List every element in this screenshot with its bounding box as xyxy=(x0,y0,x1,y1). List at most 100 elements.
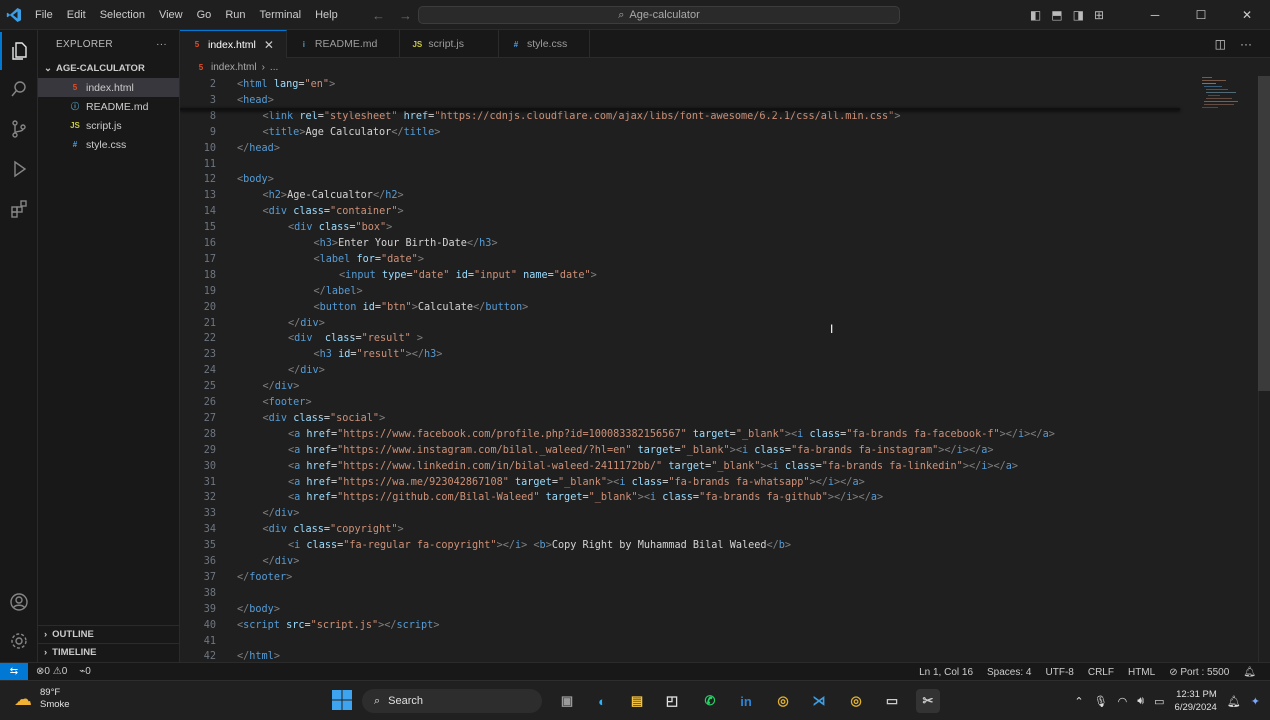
file-explorer-icon[interactable]: ▤ xyxy=(625,689,649,713)
menu-help[interactable]: Help xyxy=(308,0,345,30)
code-line[interactable]: 29 <a href="https://www.instagram.com/bil… xyxy=(180,443,1180,459)
tab-index-html[interactable]: 5 index.html ✕ xyxy=(180,30,287,58)
run-debug-icon[interactable] xyxy=(0,150,38,188)
battery-icon[interactable]: ▭ xyxy=(1154,695,1164,708)
menu-file[interactable]: File xyxy=(28,0,60,30)
file-item-readme[interactable]: ⓘ README.md xyxy=(38,97,179,116)
vertical-scrollbar[interactable] xyxy=(1258,76,1270,662)
code-line[interactable]: 40 <script src="script.js"></script> xyxy=(180,618,1180,634)
end-of-line[interactable]: CRLF xyxy=(1088,667,1114,678)
wifi-icon[interactable]: ◠ xyxy=(1118,695,1128,708)
tab-script-js[interactable]: JS script.js xyxy=(400,30,499,58)
code-line[interactable]: 9 <title>Age Calculator</title> xyxy=(180,125,1180,141)
code-line[interactable]: 35 <i class="fa-regular fa-copyright"></i… xyxy=(180,538,1180,554)
menu-selection[interactable]: Selection xyxy=(93,0,152,30)
source-control-icon[interactable] xyxy=(0,110,38,148)
file-item-script-js[interactable]: JS script.js xyxy=(38,116,179,135)
code-line[interactable]: 11 xyxy=(180,157,1180,173)
clock[interactable]: 12:31 PM 6/29/2024 xyxy=(1175,688,1217,714)
taskbar-search[interactable]: ⌕ Search xyxy=(362,689,542,713)
code-line[interactable]: 16 <h3>Enter Your Birth-Date</h3> xyxy=(180,236,1180,252)
code-line[interactable]: 19 </label> xyxy=(180,284,1180,300)
code-line[interactable]: 26 <footer> xyxy=(180,395,1180,411)
more-actions-icon[interactable]: ··· xyxy=(156,39,167,50)
code-line[interactable]: 3 <head> xyxy=(180,93,1180,109)
live-server-port[interactable]: ⊘ Port : 5500 xyxy=(1169,667,1229,678)
menu-run[interactable]: Run xyxy=(218,0,252,30)
customize-layout-icon[interactable]: ⊞ xyxy=(1094,8,1104,22)
encoding[interactable]: UTF-8 xyxy=(1046,667,1074,678)
code-line[interactable]: 2 <html lang="en"> xyxy=(180,77,1180,93)
microsoft-store-icon[interactable]: ◰ xyxy=(660,689,684,713)
code-line[interactable]: 31 <a href="https://wa.me/923042867108" t… xyxy=(180,475,1180,491)
code-line[interactable]: 13 <h2>Age-Calcualtor</h2> xyxy=(180,188,1180,204)
toggle-panel-icon[interactable]: ⬒ xyxy=(1051,8,1062,22)
code-line[interactable]: 39 </body> xyxy=(180,602,1180,618)
code-line[interactable]: 28 <a href="https://www.facebook.com/prof… xyxy=(180,427,1180,443)
minimize-button[interactable]: ─ xyxy=(1132,0,1178,30)
menu-terminal[interactable]: Terminal xyxy=(253,0,309,30)
menu-view[interactable]: View xyxy=(152,0,190,30)
snipping-tool-icon[interactable]: ✂ xyxy=(916,689,940,713)
code-line[interactable]: 18 <input type="date" id="input" name="da… xyxy=(180,268,1180,284)
command-center-search[interactable]: ⌕ Age-calculator xyxy=(418,6,900,24)
maximize-button[interactable]: ☐ xyxy=(1178,0,1224,30)
code-line[interactable]: 33 </div> xyxy=(180,506,1180,522)
project-folder[interactable]: ⌄ AGE-CALCULATOR xyxy=(38,58,179,78)
menu-edit[interactable]: Edit xyxy=(60,0,93,30)
extensions-icon[interactable] xyxy=(0,190,38,228)
close-window-button[interactable]: ✕ xyxy=(1224,0,1270,30)
code-line[interactable]: 41 xyxy=(180,634,1180,650)
code-line[interactable]: 42 </html> xyxy=(180,649,1180,662)
copilot-icon[interactable]: ✦ xyxy=(1251,695,1260,708)
code-line[interactable]: 24 </div> xyxy=(180,363,1180,379)
scrollbar-thumb[interactable] xyxy=(1258,76,1270,391)
code-line[interactable]: 21 </div> xyxy=(180,316,1180,332)
code-line[interactable]: 38 xyxy=(180,586,1180,602)
code-line[interactable]: 17 <label for="date"> xyxy=(180,252,1180,268)
windows-start-icon[interactable] xyxy=(332,690,352,710)
code-line[interactable]: 32 <a href="https://github.com/Bilal-Wale… xyxy=(180,490,1180,506)
code-line[interactable]: 8 <link rel="stylesheet" href="https://cd… xyxy=(180,109,1180,125)
ports-indicator[interactable]: ⌁0 xyxy=(79,666,91,677)
linkedin-icon[interactable]: in xyxy=(734,689,758,713)
search-panel-icon[interactable] xyxy=(0,70,38,108)
notification-icon[interactable]: 🔔︎ xyxy=(1227,695,1241,708)
language-mode[interactable]: HTML xyxy=(1128,667,1155,678)
whatsapp-icon[interactable]: ✆ xyxy=(698,689,722,713)
explorer-icon[interactable] xyxy=(0,32,38,70)
breadcrumb-file[interactable]: index.html xyxy=(211,62,257,73)
outline-section[interactable]: › OUTLINE xyxy=(38,625,180,643)
microphone-icon[interactable]: 🎙︎ xyxy=(1094,695,1108,708)
code-line[interactable]: 15 <div class="box"> xyxy=(180,220,1180,236)
vscode-taskbar-icon[interactable]: ⋊ xyxy=(807,689,831,713)
back-arrow-icon[interactable]: ← xyxy=(372,8,385,23)
toggle-sidebar-icon[interactable]: ◧ xyxy=(1030,8,1041,22)
settings-gear-icon[interactable] xyxy=(0,622,38,660)
file-item-style-css[interactable]: # style.css xyxy=(38,135,179,154)
cursor-position[interactable]: Ln 1, Col 16 xyxy=(919,667,973,678)
chrome-profile-icon[interactable]: ◎ xyxy=(844,689,868,713)
menu-go[interactable]: Go xyxy=(190,0,219,30)
more-actions-icon[interactable]: ··· xyxy=(1240,37,1252,51)
minimap[interactable] xyxy=(1198,76,1258,136)
code-line[interactable]: 14 <div class="container"> xyxy=(180,204,1180,220)
file-item-index-html[interactable]: 5 index.html xyxy=(38,78,179,97)
code-line[interactable]: 10 </head> xyxy=(180,141,1180,157)
code-editor[interactable]: 2 <html lang="en"> 3 <head> 8 <link rel="styl… xyxy=(180,76,1270,662)
notifications-bell-icon[interactable]: 🔔︎ xyxy=(1243,667,1256,678)
account-icon[interactable] xyxy=(0,583,38,621)
split-editor-icon[interactable]: ◫ xyxy=(1215,37,1226,51)
code-line[interactable]: 34 <div class="copyright"> xyxy=(180,522,1180,538)
toggle-secondary-sidebar-icon[interactable]: ◨ xyxy=(1073,8,1084,22)
code-line[interactable]: 27 <div class="social"> xyxy=(180,411,1180,427)
timeline-section[interactable]: › TIMELINE xyxy=(38,643,180,661)
terminal-icon[interactable]: ▭ xyxy=(880,689,904,713)
code-line[interactable]: 20 <button id="btn">Calculate</button> xyxy=(180,300,1180,316)
problems-indicator[interactable]: ⊗0 ⚠0 xyxy=(36,666,67,677)
close-icon[interactable]: ✕ xyxy=(264,38,274,52)
code-line[interactable]: 22 <div class="result" > xyxy=(180,331,1180,347)
code-line[interactable]: 23 <h3 id="result"></h3> xyxy=(180,347,1180,363)
tab-readme[interactable]: i README.md xyxy=(287,30,401,58)
volume-icon[interactable]: 🔊︎ xyxy=(1137,695,1144,708)
